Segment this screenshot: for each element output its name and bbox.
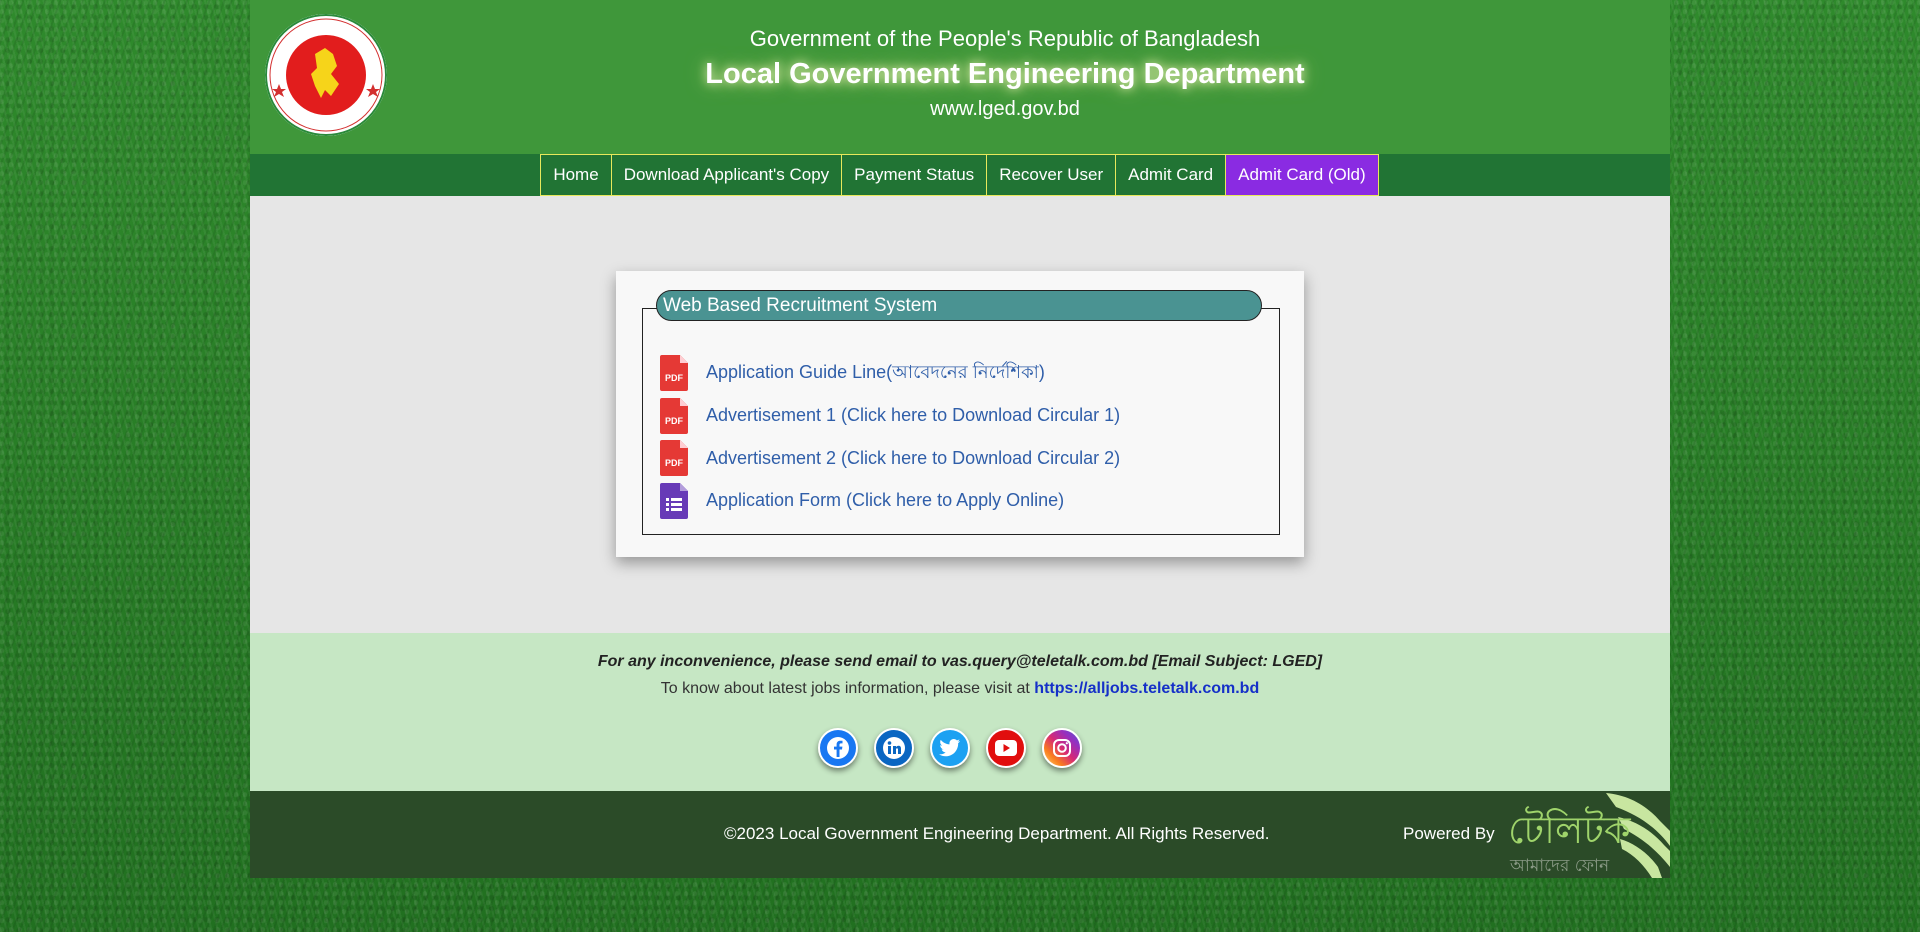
link-application-form[interactable]: Application Form (Click here to Apply On… xyxy=(660,480,1120,523)
main-nav: Home Download Applicant's Copy Payment S… xyxy=(250,154,1670,196)
department-title: Local Government Engineering Department xyxy=(705,58,1305,90)
copyright-text: ©2023 Local Government Engineering Depar… xyxy=(724,824,1270,843)
facebook-icon[interactable] xyxy=(818,728,858,768)
svg-text:PDF: PDF xyxy=(665,373,684,383)
powered-by-label: Powered By xyxy=(1403,824,1495,843)
svg-text:PDF: PDF xyxy=(665,416,684,426)
recruitment-card: Web Based Recruitment System PDF Applica… xyxy=(616,271,1304,557)
link-application-guide[interactable]: PDF Application Guide Line(আবেদনের নির্দ… xyxy=(660,352,1120,395)
pdf-icon: PDF xyxy=(660,355,688,392)
social-links xyxy=(250,728,1670,768)
recruitment-legend: Web Based Recruitment System xyxy=(656,290,1262,321)
instagram-icon[interactable] xyxy=(1042,728,1082,768)
contact-footer: For any inconvenience, please send email… xyxy=(250,633,1670,791)
alljobs-link[interactable]: https://alljobs.teletalk.com.bd xyxy=(1034,680,1259,697)
pdf-icon: PDF xyxy=(660,440,688,477)
main-content: Web Based Recruitment System PDF Applica… xyxy=(250,196,1670,633)
nav-home[interactable]: Home xyxy=(540,154,612,196)
nav-admit-card-old[interactable]: Admit Card (Old) xyxy=(1225,154,1379,196)
svg-text:আমাদের ফোন: আমাদের ফোন xyxy=(1509,856,1610,876)
support-email-note: For any inconvenience, please send email… xyxy=(597,653,1323,670)
jobs-prefix: To know about latest jobs information, p… xyxy=(660,680,1035,697)
nav-download-applicants-copy[interactable]: Download Applicant's Copy xyxy=(610,154,843,196)
nav-admit-card[interactable]: Admit Card xyxy=(1115,154,1227,196)
teletalk-logo: টেলিটক আমাদের ফোন xyxy=(1508,793,1670,878)
govt-title: Government of the People's Republic of B… xyxy=(749,26,1261,51)
nav-recover-user[interactable]: Recover User xyxy=(986,154,1117,196)
youtube-icon[interactable] xyxy=(986,728,1026,768)
nav-payment-status[interactable]: Payment Status xyxy=(841,154,988,196)
link-label: Advertisement 2 (Click here to Download … xyxy=(706,447,1121,468)
pdf-icon: PDF xyxy=(660,397,688,434)
svg-text:টেলিটক: টেলিটক xyxy=(1508,806,1632,852)
link-label: Application Form (Click here to Apply On… xyxy=(706,490,1065,511)
page-container: Government of the People's Republic of B… xyxy=(250,0,1670,878)
jobs-info: To know about latest jobs information, p… xyxy=(250,680,1670,698)
twitter-icon[interactable] xyxy=(930,728,970,768)
copyright-footer: ©2023 Local Government Engineering Depar… xyxy=(250,791,1670,878)
link-advertisement-1[interactable]: PDF Advertisement 1 (Click here to Downl… xyxy=(660,395,1120,438)
website-url: www.lged.gov.bd xyxy=(930,98,1080,120)
linkedin-icon[interactable] xyxy=(874,728,914,768)
link-label: Application Guide Line(আবেদনের নির্দেশিক… xyxy=(706,361,1045,382)
link-label: Advertisement 1 (Click here to Download … xyxy=(706,405,1121,426)
link-advertisement-2[interactable]: PDF Advertisement 2 (Click here to Downl… xyxy=(660,437,1120,480)
site-header: Government of the People's Republic of B… xyxy=(250,0,1670,154)
document-links: PDF Application Guide Line(আবেদনের নির্দ… xyxy=(660,352,1120,522)
svg-text:PDF: PDF xyxy=(665,458,684,468)
form-icon xyxy=(660,482,688,519)
